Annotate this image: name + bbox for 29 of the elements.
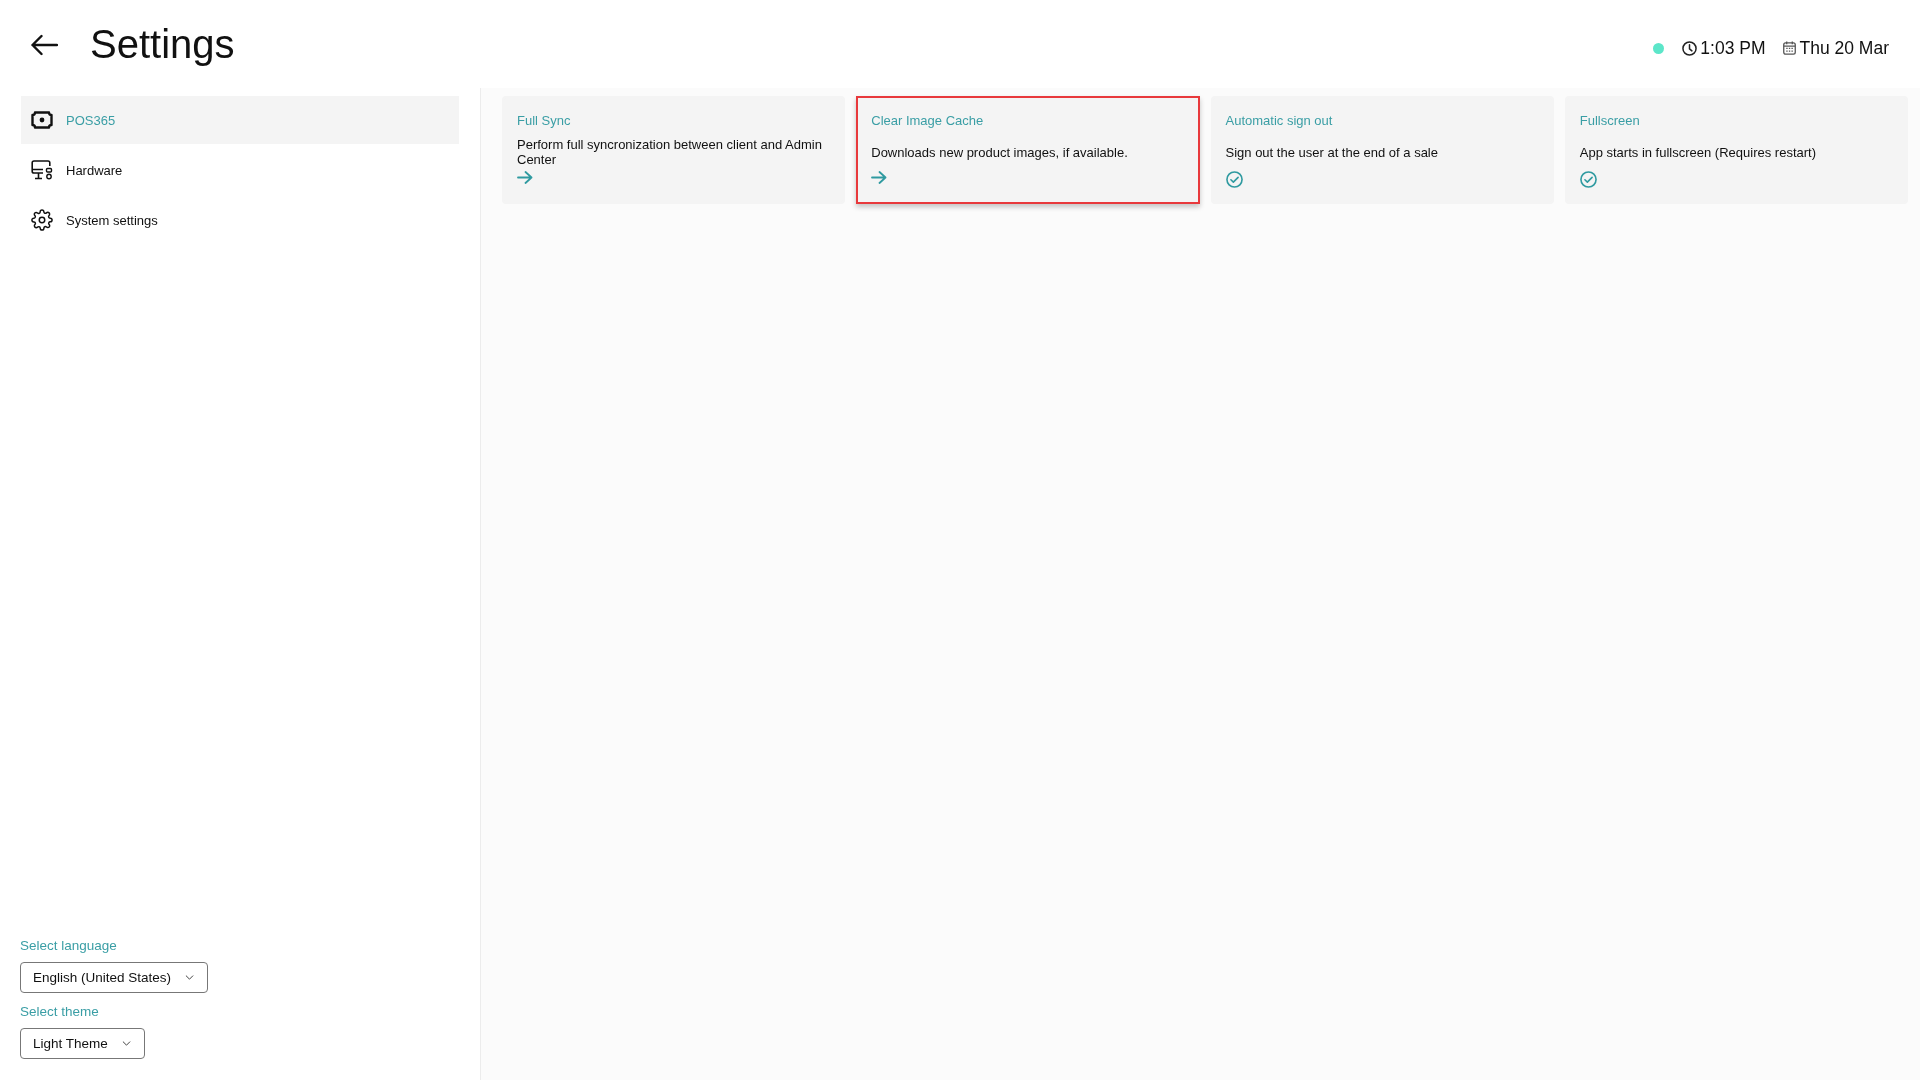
banknote-icon (31, 111, 53, 129)
chevron-down-icon (185, 975, 195, 980)
card-title: Full Sync (517, 113, 571, 129)
language-dropdown[interactable]: English (United States) (20, 962, 209, 993)
calendar-icon (1782, 41, 1796, 55)
sidebar-item[interactable]: Hardware (21, 146, 459, 194)
card-description: Downloads new product images, if available. (871, 144, 1128, 160)
date-text: Thu 20 Mar (1799, 37, 1889, 59)
card-title: Fullscreen (1579, 113, 1640, 129)
page-title: Settings (90, 21, 235, 67)
sidebar-item[interactable]: System settings (21, 196, 459, 244)
arrow-right-icon[interactable] (871, 171, 888, 184)
card-title: Automatic sign out (1225, 113, 1333, 129)
chevron-down-icon (121, 1041, 131, 1046)
check-circle-icon[interactable] (1579, 171, 1597, 188)
settings-icon (31, 209, 53, 231)
time-text: 1:03 PM (1700, 37, 1766, 59)
check-circle-icon[interactable] (1225, 171, 1243, 188)
card-description: Sign out the user at the end of a sale (1225, 144, 1438, 160)
theme-dropdown[interactable]: Light Theme (20, 1028, 145, 1059)
language-label: Select language (20, 938, 117, 954)
monitor-icon (31, 160, 53, 180)
clock-icon (1682, 40, 1698, 56)
card-description: Perform full syncronization between client and Admin Center (517, 137, 823, 167)
arrow-right-icon[interactable] (517, 171, 533, 184)
back-arrow-icon[interactable] (30, 33, 58, 56)
theme-label: Select theme (20, 1004, 99, 1020)
card-title: Clear Image Cache (871, 113, 984, 129)
card-description: App starts in fullscreen (Requires restart) (1579, 144, 1816, 160)
